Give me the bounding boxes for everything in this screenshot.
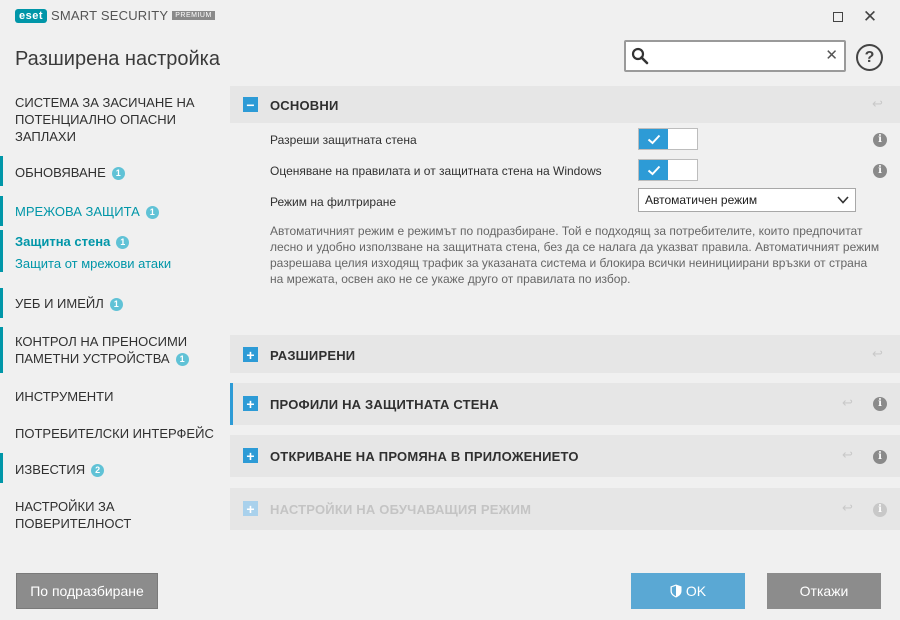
sidebar-item-label: УЕБ И ИМЕЙЛ bbox=[15, 296, 104, 311]
sidebar-item-notifications[interactable]: ИЗВЕСТИЯ 2 bbox=[0, 453, 224, 483]
expand-icon[interactable]: + bbox=[243, 396, 258, 411]
notification-badge: 1 bbox=[145, 206, 159, 219]
windows-firewall-rules-label: Оценяване на правилата и от защитната ст… bbox=[270, 164, 602, 178]
info-icon[interactable]: i bbox=[873, 133, 887, 147]
help-button[interactable]: ? bbox=[856, 44, 883, 71]
sidebar-item-label-wrap: КОНТРОЛ НА ПРЕНОСИМИ ПАМЕТНИ УСТРОЙСТВА 1 bbox=[15, 333, 215, 367]
sidebar-item-threat-detection[interactable]: СИСТЕМА ЗА ЗАСИЧАНЕ НА ПОТЕНЦИАЛНО ОПАСН… bbox=[0, 84, 224, 146]
sidebar-item-network-attack-protection[interactable]: Защита от мрежови атаки bbox=[15, 255, 171, 272]
toggle-on-state bbox=[639, 160, 668, 180]
sidebar-item-label: ИЗВЕСТИЯ bbox=[15, 462, 86, 477]
clear-search-icon[interactable]: ✕ bbox=[825, 46, 838, 64]
section-title[interactable]: ОТКРИВАНЕ НА ПРОМЯНА В ПРИЛОЖЕНИЕТО bbox=[270, 449, 579, 464]
sidebar-item-tools[interactable]: ИНСТРУМЕНТИ bbox=[0, 384, 224, 410]
app-logo: eset SMART SECURITY PREMIUM bbox=[15, 8, 215, 23]
section-title[interactable]: РАЗШИРЕНИ bbox=[270, 348, 355, 363]
section-basic-body: Разреши защитната стена i Оценяване на п… bbox=[230, 123, 900, 325]
revert-icon[interactable]: ↩ bbox=[842, 448, 856, 461]
expand-icon: + bbox=[243, 501, 258, 516]
sidebar-indicator bbox=[0, 453, 3, 483]
notification-badge: 1 bbox=[116, 236, 130, 249]
sidebar-indicator bbox=[0, 156, 3, 186]
sidebar-indicator bbox=[0, 327, 3, 373]
notification-badge: 1 bbox=[111, 167, 125, 180]
revert-icon[interactable]: ↩ bbox=[872, 97, 886, 110]
sidebar-item-label-wrap: МРЕЖОВА ЗАЩИТА 1 bbox=[15, 203, 159, 220]
selected-value: Автоматичен режим bbox=[645, 193, 758, 207]
enable-firewall-toggle[interactable] bbox=[638, 128, 698, 150]
info-icon[interactable]: i bbox=[873, 397, 887, 411]
logo-edition: PREMIUM bbox=[172, 11, 215, 20]
notification-badge: 1 bbox=[175, 353, 189, 366]
sidebar-item-network-protection[interactable]: МРЕЖОВА ЗАЩИТА 1 bbox=[0, 196, 224, 226]
revert-icon[interactable]: ↩ bbox=[872, 347, 886, 360]
info-icon: i bbox=[873, 503, 887, 517]
maximize-button[interactable] bbox=[826, 6, 850, 28]
sidebar-item-label-wrap: ИЗВЕСТИЯ 2 bbox=[15, 461, 105, 478]
expand-icon[interactable]: + bbox=[243, 347, 258, 362]
sidebar-item-label: Защитна стена bbox=[15, 234, 111, 249]
enable-firewall-label: Разреши защитната стена bbox=[270, 133, 417, 147]
sidebar-item-label-wrap: УЕБ И ИМЕЙЛ 1 bbox=[15, 295, 123, 312]
notification-badge: 2 bbox=[91, 464, 105, 477]
maximize-icon bbox=[833, 12, 843, 22]
search-input[interactable] bbox=[654, 44, 824, 68]
notification-badge: 1 bbox=[109, 298, 123, 311]
sidebar-indicator bbox=[0, 288, 3, 318]
sidebar-item-update[interactable]: ОБНОВЯВАНЕ 1 bbox=[0, 156, 224, 186]
default-button[interactable]: По подразбиране bbox=[16, 573, 158, 609]
info-icon[interactable]: i bbox=[873, 450, 887, 464]
sidebar-item-firewall[interactable]: Защитна стена 1 bbox=[15, 233, 130, 250]
sidebar-item-label-wrap: ОБНОВЯВАНЕ 1 bbox=[15, 164, 125, 181]
revert-icon: ↩ bbox=[842, 500, 853, 515]
section-advanced: + РАЗШИРЕНИ ↩ bbox=[230, 335, 900, 373]
collapse-icon[interactable]: − bbox=[243, 97, 258, 112]
sidebar-item-label: ИНСТРУМЕНТИ bbox=[15, 389, 114, 404]
sidebar-indicator bbox=[0, 196, 3, 226]
check-icon bbox=[647, 165, 660, 175]
cancel-button[interactable]: Откажи bbox=[767, 573, 881, 609]
sidebar-item-label: НАСТРОЙКИ ЗА ПОВЕРИТЕЛНОСТ bbox=[15, 499, 132, 531]
sidebar-item-label: КОНТРОЛ НА ПРЕНОСИМИ ПАМЕТНИ УСТРОЙСТВА bbox=[15, 334, 188, 366]
toggle-on-state bbox=[639, 129, 668, 149]
check-icon bbox=[647, 134, 660, 144]
sidebar-item-label: ПОТРЕБИТЕЛСКИ ИНТЕРФЕЙС bbox=[15, 426, 214, 441]
search-icon bbox=[631, 47, 649, 65]
section-learning-mode: + НАСТРОЙКИ НА ОБУЧАВАЩИЯ РЕЖИМ ↩ i bbox=[230, 488, 900, 530]
ok-button[interactable]: OK bbox=[631, 573, 745, 609]
chevron-down-icon bbox=[837, 196, 849, 204]
section-title[interactable]: ОСНОВНИ bbox=[270, 98, 339, 113]
section-basic: − ОСНОВНИ ↩ bbox=[230, 86, 900, 123]
logo-product: SMART SECURITY bbox=[51, 8, 169, 23]
info-icon[interactable]: i bbox=[873, 164, 887, 178]
ok-label: OK bbox=[685, 583, 707, 599]
sidebar-indicator bbox=[0, 230, 3, 272]
sidebar-item-device-control[interactable]: КОНТРОЛ НА ПРЕНОСИМИ ПАМЕТНИ УСТРОЙСТВА 1 bbox=[0, 327, 224, 373]
section-title: НАСТРОЙКИ НА ОБУЧАВАЩИЯ РЕЖИМ bbox=[270, 502, 532, 517]
logo-brand: eset bbox=[15, 8, 48, 23]
sidebar-item-label: ОБНОВЯВАНЕ bbox=[15, 165, 106, 180]
sidebar-item-privacy-settings[interactable]: НАСТРОЙКИ ЗА ПОВЕРИТЕЛНОСТ bbox=[0, 494, 224, 536]
filtering-mode-label: Режим на филтриране bbox=[270, 195, 397, 209]
revert-icon[interactable]: ↩ bbox=[842, 396, 856, 409]
sidebar-subgroup-network: Защитна стена 1 Защита от мрежови атаки bbox=[0, 230, 224, 272]
sidebar-item-label: СИСТЕМА ЗА ЗАСИЧАНЕ НА ПОТЕНЦИАЛНО ОПАСН… bbox=[15, 95, 195, 144]
close-button[interactable]: ✕ bbox=[858, 6, 882, 28]
section-focus-indicator bbox=[230, 383, 233, 425]
section-title[interactable]: ПРОФИЛИ НА ЗАЩИТНАТА СТЕНА bbox=[270, 397, 499, 412]
sidebar-item-label: МРЕЖОВА ЗАЩИТА bbox=[15, 204, 140, 219]
search-box[interactable]: ✕ bbox=[624, 40, 846, 72]
windows-firewall-rules-toggle[interactable] bbox=[638, 159, 698, 181]
close-icon: ✕ bbox=[862, 7, 878, 26]
filtering-mode-select[interactable]: Автоматичен режим bbox=[638, 188, 856, 212]
section-app-modification-detection: + ОТКРИВАНЕ НА ПРОМЯНА В ПРИЛОЖЕНИЕТО ↩ … bbox=[230, 435, 900, 477]
shield-icon bbox=[670, 584, 682, 598]
title-bar: eset SMART SECURITY PREMIUM ✕ bbox=[0, 0, 900, 34]
sidebar-item-web-email[interactable]: УЕБ И ИМЕЙЛ 1 bbox=[0, 288, 224, 318]
expand-icon[interactable]: + bbox=[243, 448, 258, 463]
filtering-mode-description: Автоматичният режим е режимът по подразб… bbox=[270, 224, 880, 286]
sidebar-item-user-interface[interactable]: ПОТРЕБИТЕЛСКИ ИНТЕРФЕЙС bbox=[0, 421, 224, 447]
page-title: Разширена настройка bbox=[15, 48, 220, 70]
section-firewall-profiles: + ПРОФИЛИ НА ЗАЩИТНАТА СТЕНА ↩ i bbox=[230, 383, 900, 425]
